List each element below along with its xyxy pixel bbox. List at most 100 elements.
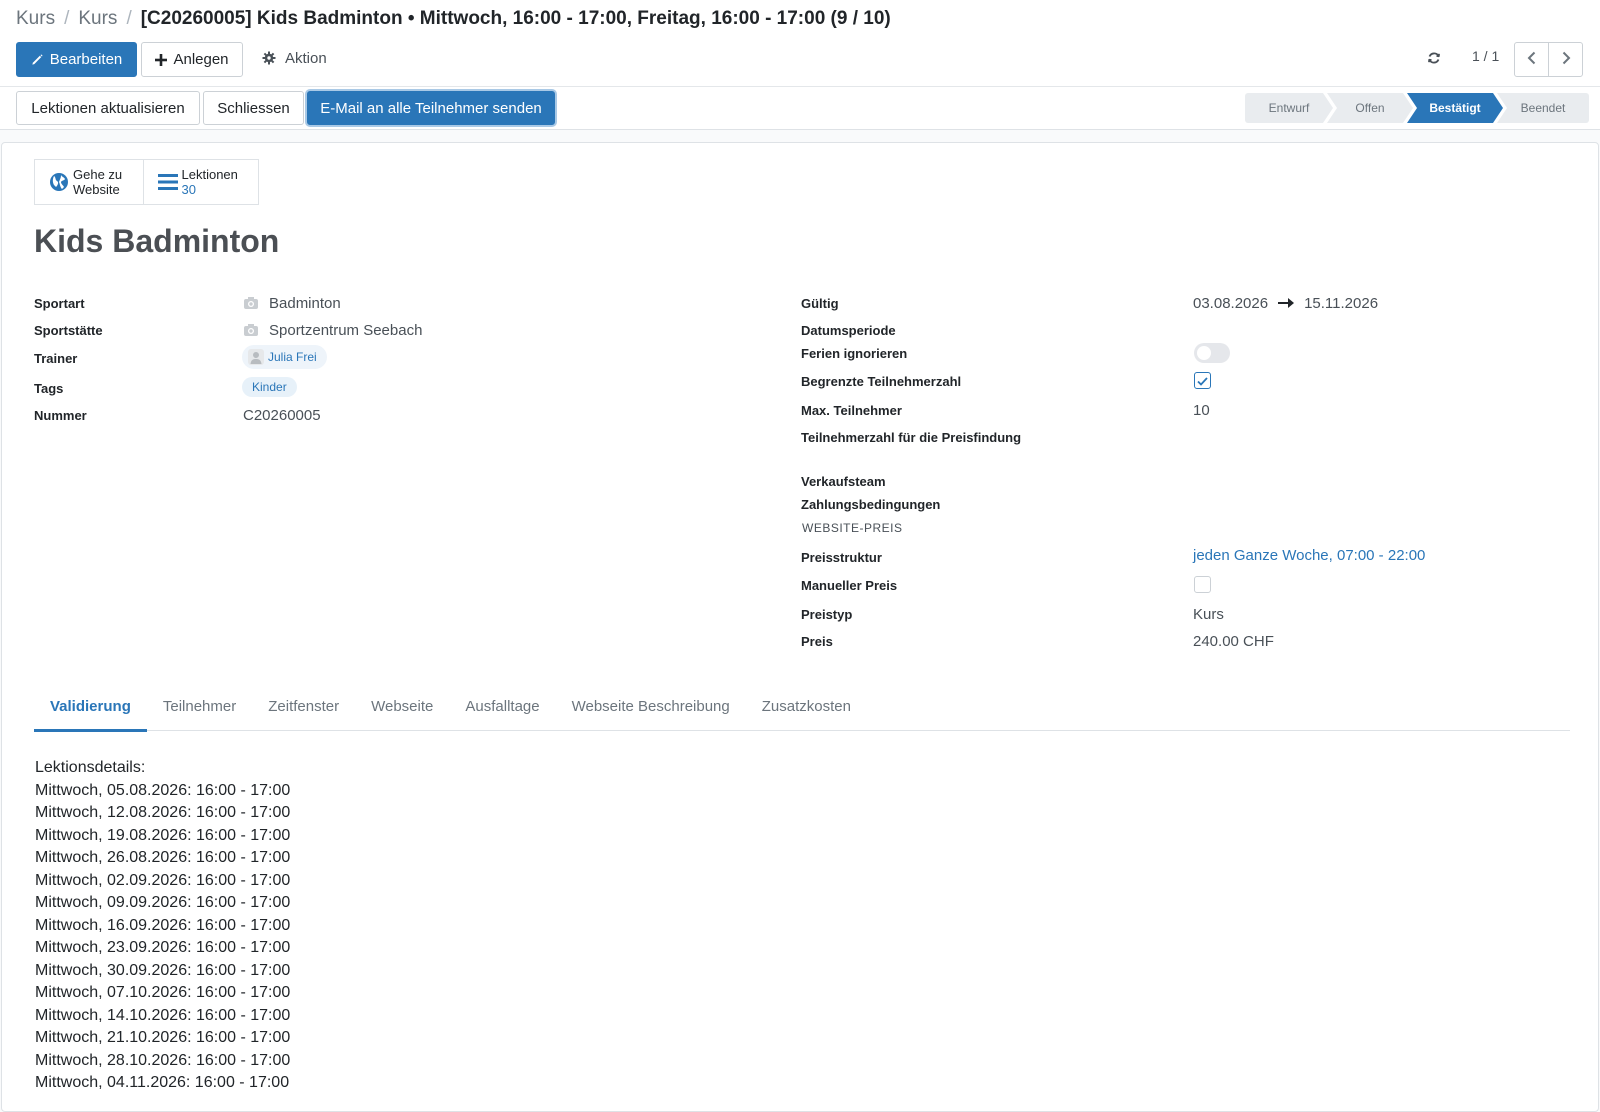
trainer-chip[interactable]: Julia Frei [242, 345, 327, 369]
pager-value[interactable]: 1 / 1 [1472, 48, 1499, 64]
number-value: C20260005 [243, 406, 321, 424]
tab-zeitfenster[interactable]: Zeitfenster [252, 681, 355, 731]
action-menu-toggle[interactable]: Aktion [262, 46, 327, 70]
tab-ausfalltage[interactable]: Ausfalltage [449, 681, 555, 731]
lesson-line: Mittwoch, 23.09.2026: 16:00 - 17:00 [35, 939, 291, 956]
price-structure-label: Preisstruktur [801, 550, 882, 565]
price-structure-link[interactable]: jeden Ganze Woche, 07:00 - 22:00 [1193, 547, 1425, 564]
lesson-details: Lektionsdetails: Mittwoch, 05.08.2026: 1… [35, 757, 290, 1095]
lessons-count: 30 [181, 182, 196, 197]
chevron-right-icon [1561, 51, 1571, 68]
ignore-holidays-toggle[interactable] [1194, 343, 1230, 363]
venue-value: Sportzentrum Seebach [269, 321, 423, 339]
breadcrumb-separator: / [126, 8, 132, 29]
refresh-icon[interactable] [1424, 47, 1444, 69]
update-lessons-button[interactable]: Lektionen aktualisieren [16, 91, 200, 125]
venue-field[interactable]: Sportzentrum Seebach [243, 320, 422, 340]
status-stage-entwurf[interactable]: Entwurf [1245, 93, 1333, 123]
globe-icon [49, 172, 69, 192]
price-type-value[interactable]: Kurs [1193, 604, 1224, 624]
valid-date-range[interactable]: 03.08.2026 15.11.2026 [1193, 293, 1378, 313]
valid-to-date[interactable]: 15.11.2026 [1304, 295, 1378, 312]
action-menu-label: Aktion [285, 49, 327, 67]
close-course-button[interactable]: Schliessen [203, 91, 304, 125]
ignore-holidays-label: Ferien ignorieren [801, 346, 908, 361]
notebook-tabs: Validierung Teilnehmer Zeitfenster Webse… [34, 681, 1570, 732]
create-button-label: Anlegen [173, 51, 229, 68]
number-label: Nummer [34, 408, 87, 423]
tab-webseite-beschreibung[interactable]: Webseite Beschreibung [556, 681, 746, 731]
email-all-participants-button[interactable]: E-Mail an alle Teilnehmer senden [307, 91, 555, 125]
lesson-line: Mittwoch, 04.11.2026: 16:00 - 17:00 [35, 1074, 290, 1091]
toggle-knob [1197, 346, 1211, 360]
email-all-participants-label: E-Mail an alle Teilnehmer senden [320, 99, 542, 117]
venue-label: Sportstätte [34, 323, 103, 338]
max-participants-value[interactable]: 10 [1193, 400, 1210, 420]
edit-button-label: Bearbeiten [49, 51, 123, 68]
lesson-details-heading: Lektionsdetails: [35, 759, 146, 776]
sport-type-value: Badminton [269, 294, 341, 312]
status-stage-beendet[interactable]: Beendet [1497, 93, 1589, 123]
status-stage-bestaetigt[interactable]: Bestätigt [1407, 93, 1503, 123]
lesson-line: Mittwoch, 16.09.2026: 16:00 - 17:00 [35, 916, 291, 934]
breadcrumb: Kurs / Kurs / [C20260005] Kids Badminton • M… [16, 8, 891, 30]
checkmark-icon [1197, 373, 1208, 389]
website-price-section-heading: WEBSITE-PREIS [802, 521, 903, 535]
chevron-left-icon [1527, 51, 1537, 68]
edit-button[interactable]: Bearbeiten [16, 42, 137, 77]
lesson-line: Mittwoch, 05.08.2026: 16:00 - 17:00 [35, 781, 291, 799]
price-type-label: Preistyp [801, 607, 853, 622]
sport-type-label: Sportart [34, 296, 85, 311]
go-to-website-button[interactable]: Gehe zu Website [35, 160, 143, 204]
pager-previous-button[interactable] [1514, 42, 1549, 77]
sales-team-label: Verkaufsteam [801, 474, 886, 489]
lesson-line: Mittwoch, 02.09.2026: 16:00 - 17:00 [35, 871, 291, 889]
lesson-line: Mittwoch, 28.10.2026: 16:00 - 17:00 [35, 1051, 291, 1069]
control-panel: Kurs / Kurs / [C20260005] Kids Badminton • M… [0, 0, 1600, 130]
pencil-icon [31, 53, 44, 66]
limited-participants-label: Begrenzte Teilnehmerzahl [801, 374, 962, 389]
valid-from-date[interactable]: 03.08.2026 [1193, 295, 1268, 312]
lessons-smart-label: Lektionen 30 [182, 167, 238, 197]
create-button[interactable]: Anlegen [141, 42, 243, 77]
list-icon [157, 173, 178, 191]
lesson-line: Mittwoch, 09.09.2026: 16:00 - 17:00 [35, 894, 291, 911]
manual-price-checkbox[interactable] [1194, 576, 1211, 593]
record-title: Kids Badminton [34, 223, 280, 259]
tag-badge[interactable]: Kinder [242, 377, 297, 397]
tab-zusatzkosten[interactable]: Zusatzkosten [746, 681, 867, 731]
date-period-label: Datumsperiode [801, 323, 896, 338]
go-to-website-line2: Website [73, 182, 120, 197]
gear-icon [262, 51, 276, 65]
trainer-name: Julia Frei [268, 350, 317, 364]
lesson-line: Mittwoch, 21.10.2026: 16:00 - 17:00 [35, 1029, 291, 1046]
close-course-label: Schliessen [217, 99, 290, 117]
lesson-line: Mittwoch, 30.09.2026: 16:00 - 17:00 [35, 961, 291, 979]
price-value[interactable]: 240.00 CHF [1193, 631, 1274, 651]
tab-webseite[interactable]: Webseite [355, 681, 449, 731]
lessons-smart-button[interactable]: Lektionen 30 [142, 160, 258, 204]
pricing-participants-label: Teilnehmerzahl für die Preisfindung [801, 430, 1022, 445]
valid-label: Gültig [801, 296, 839, 311]
pager-next-button[interactable] [1548, 42, 1583, 77]
breadcrumb-item-kurs-1[interactable]: Kurs [16, 8, 55, 29]
lesson-line: Mittwoch, 19.08.2026: 16:00 - 17:00 [35, 826, 291, 844]
lesson-line: Mittwoch, 14.10.2026: 16:00 - 17:00 [35, 1006, 291, 1024]
lesson-line: Mittwoch, 12.08.2026: 16:00 - 17:00 [35, 804, 291, 821]
status-stage-offen[interactable]: Offen [1327, 93, 1413, 123]
tab-teilnehmer[interactable]: Teilnehmer [147, 681, 252, 731]
update-lessons-label: Lektionen aktualisieren [31, 99, 185, 117]
breadcrumb-current: [C20260005] Kids Badminton • Mittwoch, 1… [140, 8, 891, 29]
limited-participants-checkbox[interactable] [1194, 372, 1211, 389]
sport-type-field[interactable]: Badminton [243, 293, 341, 313]
status-bar: Entwurf Offen Bestätigt Beendet [1245, 93, 1589, 123]
breadcrumb-item-kurs-2[interactable]: Kurs [78, 8, 117, 29]
camera-icon [243, 296, 259, 310]
camera-icon [243, 323, 259, 337]
lessons-smart-text: Lektionen [181, 167, 238, 182]
payment-terms-label: Zahlungsbedingungen [801, 497, 941, 512]
breadcrumb-separator: / [64, 8, 70, 29]
smart-button-box: Gehe zu Website Lektionen 30 [34, 159, 259, 205]
user-avatar-icon [248, 349, 264, 365]
tab-validierung[interactable]: Validierung [34, 681, 147, 732]
